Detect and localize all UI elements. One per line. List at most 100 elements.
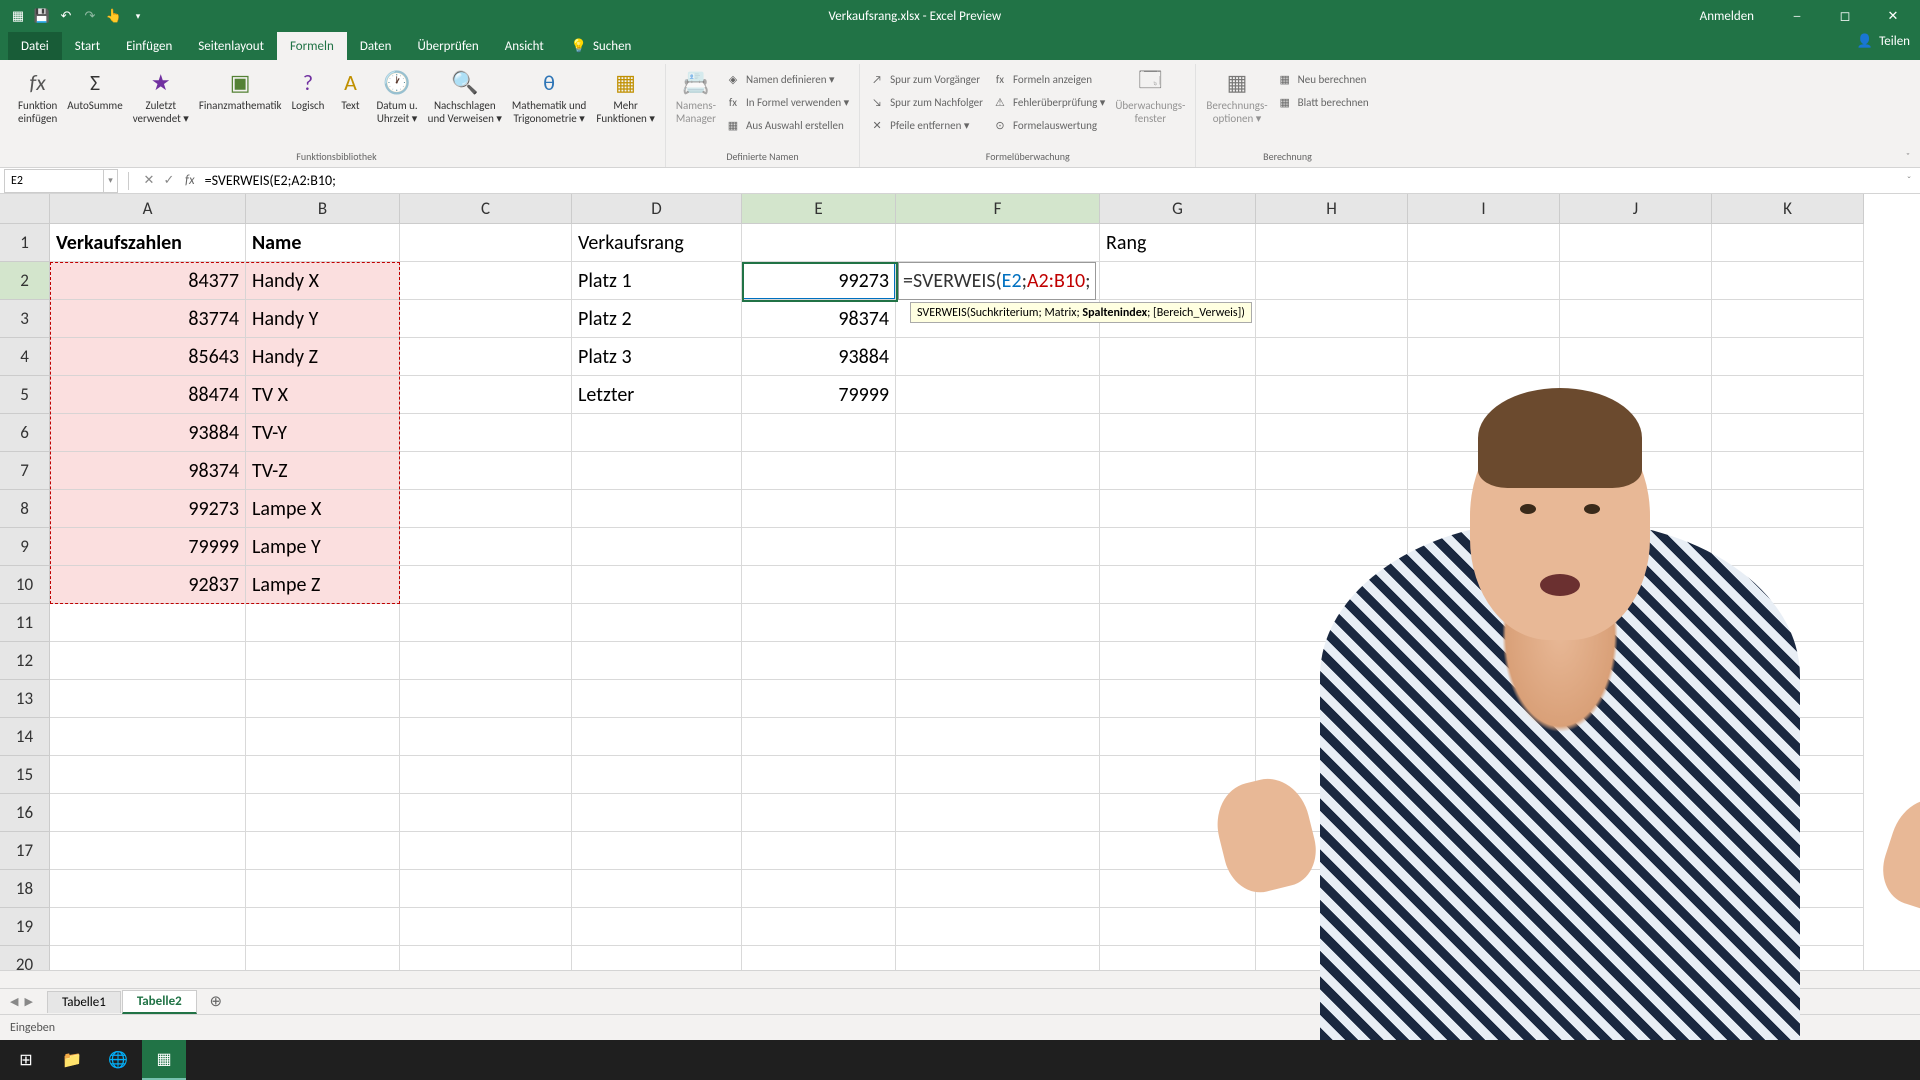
cell-e18[interactable] — [742, 870, 896, 908]
cell-h6[interactable] — [1256, 414, 1408, 452]
formula-input[interactable]: =SVERWEIS(E2;A2:B10; — [201, 172, 1898, 189]
horizontal-scrollbar[interactable] — [0, 970, 1920, 988]
calculate-now-button[interactable]: ▦Neu berechnen — [1274, 68, 1373, 90]
cell-i4[interactable] — [1408, 338, 1560, 376]
cell-d6[interactable] — [572, 414, 742, 452]
spreadsheet-grid[interactable]: ABCDEFGHIJK 1234567891011121314151617181… — [0, 194, 1920, 1022]
cell-c2[interactable] — [400, 262, 572, 300]
row-header-8[interactable]: 8 — [0, 490, 50, 528]
cell-j2[interactable] — [1560, 262, 1712, 300]
cell-a3[interactable]: 83774 — [50, 300, 246, 338]
text-button[interactable]: AText — [330, 64, 370, 148]
cancel-icon[interactable]: ✕ — [139, 173, 159, 188]
tab-nav-prev-icon[interactable]: ◀ — [10, 995, 18, 1008]
cell-d1[interactable]: Verkaufsrang — [572, 224, 742, 262]
cell-h17[interactable] — [1256, 832, 1408, 870]
file-explorer-icon[interactable]: 📁 — [50, 1040, 94, 1080]
tab-start[interactable]: Start — [62, 32, 113, 60]
cell-k16[interactable] — [1712, 794, 1864, 832]
cell-b6[interactable]: TV-Y — [246, 414, 400, 452]
tab-formulas[interactable]: Formeln — [277, 32, 347, 60]
cell-j16[interactable] — [1560, 794, 1712, 832]
cell-c15[interactable] — [400, 756, 572, 794]
column-header-e[interactable]: E — [742, 194, 896, 224]
tell-me-search[interactable]: 💡 Suchen — [571, 39, 632, 54]
cell-a17[interactable] — [50, 832, 246, 870]
cell-g9[interactable] — [1100, 528, 1256, 566]
tab-nav-next-icon[interactable]: ▶ — [24, 995, 32, 1008]
cell-f14[interactable] — [896, 718, 1100, 756]
cell-j13[interactable] — [1560, 680, 1712, 718]
cell-b11[interactable] — [246, 604, 400, 642]
row-header-11[interactable]: 11 — [0, 604, 50, 642]
cell-k1[interactable] — [1712, 224, 1864, 262]
cell-i14[interactable] — [1408, 718, 1560, 756]
cell-a19[interactable] — [50, 908, 246, 946]
row-header-17[interactable]: 17 — [0, 832, 50, 870]
cell-b15[interactable] — [246, 756, 400, 794]
cell-a1[interactable]: Verkaufszahlen — [50, 224, 246, 262]
cell-e4[interactable]: 93884 — [742, 338, 896, 376]
cell-i8[interactable] — [1408, 490, 1560, 528]
cell-c19[interactable] — [400, 908, 572, 946]
cell-a7[interactable]: 98374 — [50, 452, 246, 490]
cell-k17[interactable] — [1712, 832, 1864, 870]
cell-f19[interactable] — [896, 908, 1100, 946]
row-header-2[interactable]: 2 — [0, 262, 50, 300]
cell-c8[interactable] — [400, 490, 572, 528]
tab-view[interactable]: Ansicht — [492, 32, 557, 60]
cell-c1[interactable] — [400, 224, 572, 262]
undo-icon[interactable]: ↶ — [56, 6, 76, 26]
cell-f10[interactable] — [896, 566, 1100, 604]
row-header-5[interactable]: 5 — [0, 376, 50, 414]
cell-f5[interactable] — [896, 376, 1100, 414]
browser-icon[interactable]: 🌐 — [96, 1040, 140, 1080]
sheet-tab-tabelle1[interactable]: Tabelle1 — [47, 991, 121, 1013]
cell-k9[interactable] — [1712, 528, 1864, 566]
cell-g19[interactable] — [1100, 908, 1256, 946]
cell-d19[interactable] — [572, 908, 742, 946]
cell-e19[interactable] — [742, 908, 896, 946]
cell-i19[interactable] — [1408, 908, 1560, 946]
cell-d10[interactable] — [572, 566, 742, 604]
cell-d13[interactable] — [572, 680, 742, 718]
cell-a16[interactable] — [50, 794, 246, 832]
cell-g14[interactable] — [1100, 718, 1256, 756]
row-header-9[interactable]: 9 — [0, 528, 50, 566]
cell-f8[interactable] — [896, 490, 1100, 528]
excel-taskbar-icon[interactable]: ▦ — [142, 1040, 186, 1080]
cell-d18[interactable] — [572, 870, 742, 908]
select-all-corner[interactable] — [0, 194, 50, 224]
cell-k14[interactable] — [1712, 718, 1864, 756]
cell-k19[interactable] — [1712, 908, 1864, 946]
add-sheet-button[interactable]: ⊕ — [204, 990, 228, 1014]
tab-data[interactable]: Daten — [347, 32, 405, 60]
tab-pagelayout[interactable]: Seitenlayout — [185, 32, 277, 60]
cell-g6[interactable] — [1100, 414, 1256, 452]
cell-b3[interactable]: Handy Y — [246, 300, 400, 338]
cell-c4[interactable] — [400, 338, 572, 376]
close-button[interactable]: ✕ — [1870, 0, 1916, 32]
cell-g15[interactable] — [1100, 756, 1256, 794]
row-header-13[interactable]: 13 — [0, 680, 50, 718]
row-header-15[interactable]: 15 — [0, 756, 50, 794]
cell-a11[interactable] — [50, 604, 246, 642]
cell-a9[interactable]: 79999 — [50, 528, 246, 566]
cell-b18[interactable] — [246, 870, 400, 908]
column-header-a[interactable]: A — [50, 194, 246, 224]
cell-c11[interactable] — [400, 604, 572, 642]
cell-i9[interactable] — [1408, 528, 1560, 566]
cell-a4[interactable]: 85643 — [50, 338, 246, 376]
cell-g1[interactable]: Rang — [1100, 224, 1256, 262]
qat-dropdown-icon[interactable]: ▾ — [128, 6, 148, 26]
cell-e14[interactable] — [742, 718, 896, 756]
cell-e1[interactable] — [742, 224, 896, 262]
row-header-19[interactable]: 19 — [0, 908, 50, 946]
cell-i12[interactable] — [1408, 642, 1560, 680]
cell-g8[interactable] — [1100, 490, 1256, 528]
cell-h1[interactable] — [1256, 224, 1408, 262]
cell-j8[interactable] — [1560, 490, 1712, 528]
cell-g13[interactable] — [1100, 680, 1256, 718]
row-header-16[interactable]: 16 — [0, 794, 50, 832]
cell-e7[interactable] — [742, 452, 896, 490]
